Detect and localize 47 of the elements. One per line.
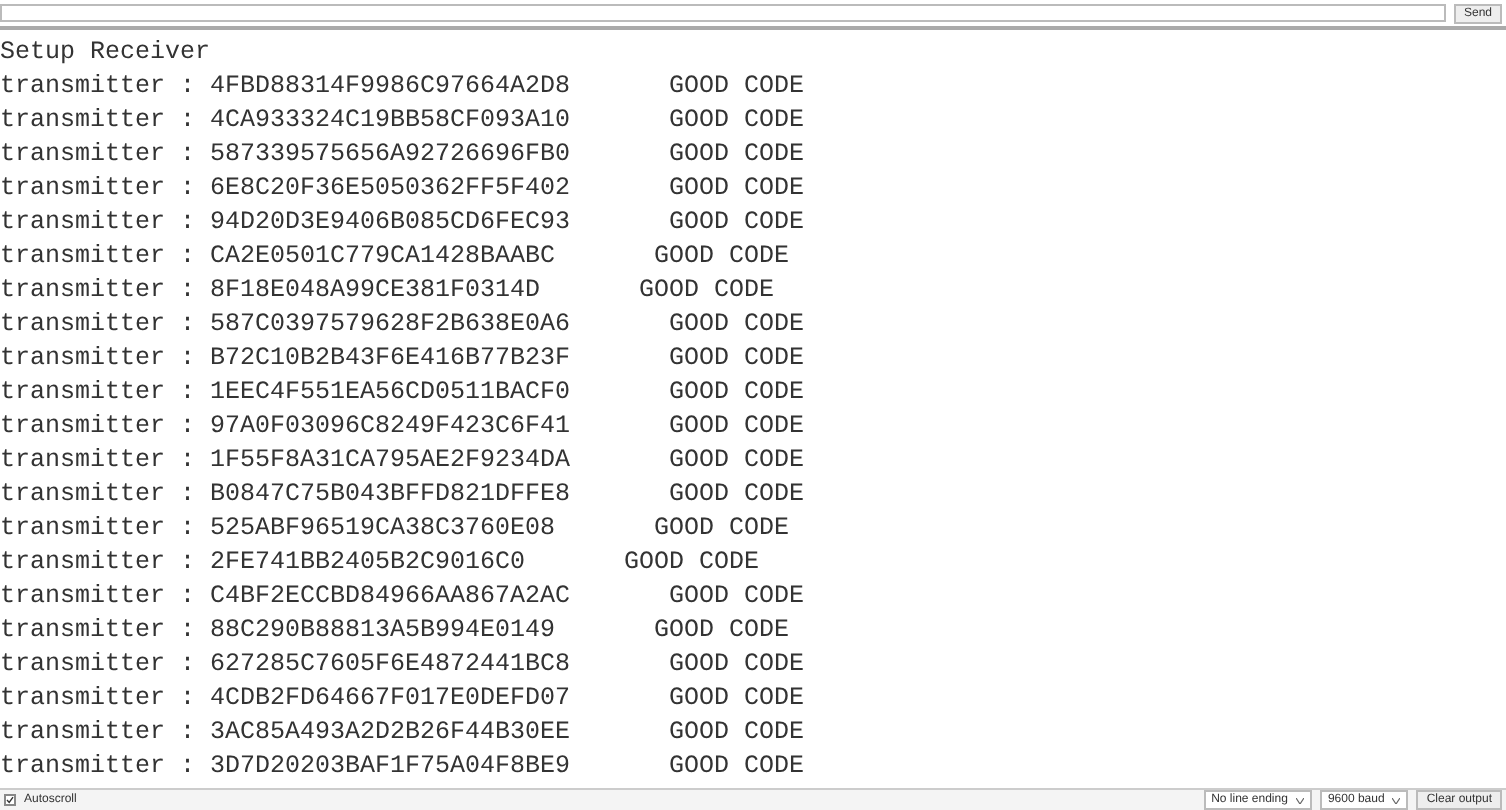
status-text: GOOD CODE bbox=[654, 614, 790, 648]
output-line: transmitter : 627285C7605F6E4872441BC8 bbox=[0, 648, 571, 682]
status-text: GOOD CODE bbox=[624, 546, 760, 580]
output-line: transmitter : 1EEC4F551EA56CD0511BACF0 bbox=[0, 376, 571, 410]
message-input-field[interactable] bbox=[0, 4, 1446, 22]
output-line: transmitter : 525ABF96519CA38C3760E08 bbox=[0, 512, 556, 546]
status-text: GOOD CODE bbox=[669, 104, 805, 138]
status-text: GOOD CODE bbox=[669, 648, 805, 682]
status-text: GOOD CODE bbox=[669, 410, 805, 444]
output-line: transmitter : B0847C75B043BFFD821DFFE8 bbox=[0, 478, 571, 512]
status-text: GOOD CODE bbox=[669, 716, 805, 750]
status-text: GOOD CODE bbox=[669, 206, 805, 240]
status-text: GOOD CODE bbox=[654, 240, 790, 274]
output-line: transmitter : 2FE741BB2405B2C9016C0 bbox=[0, 546, 526, 580]
output-line: transmitter : 94D20D3E9406B085CD6FEC93 bbox=[0, 206, 571, 240]
status-text: GOOD CODE bbox=[669, 308, 805, 342]
output-line: transmitter : C4BF2ECCBD84966AA867A2AC bbox=[0, 580, 571, 614]
autoscroll-checkbox[interactable] bbox=[4, 794, 16, 806]
output-line: transmitter : 1F55F8A31CA795AE2F9234DA bbox=[0, 444, 571, 478]
output-line: transmitter : 3D7D20203BAF1F75A04F8BE9 bbox=[0, 750, 571, 784]
status-text: GOOD CODE bbox=[669, 444, 805, 478]
status-text: GOOD CODE bbox=[639, 274, 775, 308]
output-line: transmitter : 4CDB2FD64667F017E0DEFD07 bbox=[0, 682, 571, 716]
status-text: GOOD CODE bbox=[669, 138, 805, 172]
output-line: transmitter : CA2E0501C779CA1428BAABC bbox=[0, 240, 556, 274]
status-text: GOOD CODE bbox=[669, 172, 805, 206]
status-text: GOOD CODE bbox=[669, 580, 805, 614]
output-line: transmitter : 97A0F03096C8249F423C6F41 bbox=[0, 410, 571, 444]
output-line: transmitter : 6E8C20F36E5050362FF5F402 bbox=[0, 172, 571, 206]
output-line: transmitter : B72C10B2B43F6E416B77B23F bbox=[0, 342, 571, 376]
status-text: GOOD CODE bbox=[654, 512, 790, 546]
output-line: transmitter : 587339575656A92726696FB0 bbox=[0, 138, 571, 172]
caret-icon bbox=[1392, 797, 1401, 803]
status-text: GOOD CODE bbox=[669, 376, 805, 410]
status-text: GOOD CODE bbox=[669, 750, 805, 784]
status-text: GOOD CODE bbox=[669, 70, 805, 104]
output-line: transmitter : 587C0397579628F2B638E0A6 bbox=[0, 308, 571, 342]
output-line: transmitter : 4CA933324C19BB58CF093A10 bbox=[0, 104, 571, 138]
status-text: GOOD CODE bbox=[669, 478, 805, 512]
output-line: transmitter : 8F18E048A99CE381F0314D bbox=[0, 274, 541, 308]
caret-icon bbox=[1295, 797, 1304, 803]
output-line: transmitter : 4FBD88314F9986C97664A2D8 bbox=[0, 70, 571, 104]
output-line: transmitter : 88C290B88813A5B994E0149 bbox=[0, 614, 556, 648]
status-text: GOOD CODE bbox=[669, 342, 805, 376]
status-text: GOOD CODE bbox=[669, 682, 805, 716]
output-line: transmitter : 3AC85A493A2D2B26F44B30EE bbox=[0, 716, 571, 750]
output-line: Setup Receiver bbox=[0, 36, 211, 70]
